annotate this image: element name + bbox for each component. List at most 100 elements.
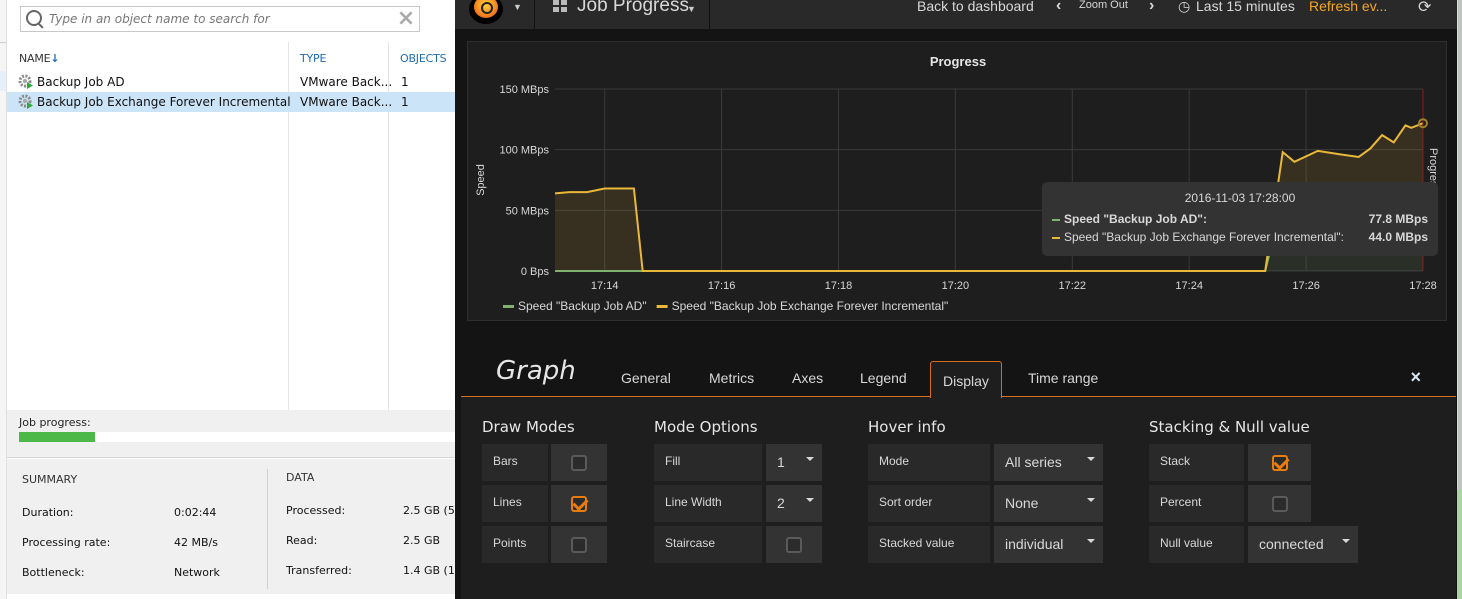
hover-mode-select[interactable]: All series [994, 444, 1103, 481]
hover-info-title: Hover info [868, 418, 946, 436]
points-checkbox[interactable] [571, 536, 587, 553]
y-axis-label: Speed [475, 164, 487, 196]
job-progress-label: Job progress: [19, 416, 91, 429]
line-width-label: Line Width [654, 485, 762, 522]
stacked-value-select[interactable]: individual [994, 526, 1103, 563]
null-value-label: Null value [1149, 526, 1244, 563]
tab-metrics[interactable]: Metrics [709, 370, 754, 386]
close-editor-icon[interactable]: × [1410, 367, 1421, 388]
caret-down-icon [806, 457, 814, 461]
grafana-logo-icon[interactable] [469, 0, 503, 24]
data-label: Processed: [286, 504, 346, 517]
stack-label: Stack [1149, 444, 1244, 481]
line-width-value: 2 [777, 495, 785, 511]
backup-job-icon [18, 94, 33, 109]
y-tick-label: 150 MBps [499, 84, 549, 96]
y-tick-label: 50 MBps [506, 205, 550, 217]
time-back-chevron-icon[interactable]: ‹ [1056, 0, 1061, 15]
caret-down-icon [1087, 539, 1095, 543]
summary-label: Processing rate: [22, 536, 111, 549]
summary-label: Bottleneck: [22, 566, 85, 579]
refresh-interval-picker[interactable]: Refresh ev... [1309, 0, 1387, 14]
y-tick-label: 100 MBps [499, 145, 549, 157]
panel-editor: Graph General Metrics Axes Legend Displa… [461, 345, 1456, 599]
percent-label: Percent [1149, 485, 1244, 522]
staircase-label: Staircase [654, 526, 762, 563]
background-window-edge [1457, 0, 1462, 599]
zoom-out-button[interactable]: Zoom Out [1079, 0, 1128, 11]
line-width-select[interactable]: 2 [766, 485, 822, 522]
caret-down-icon [1087, 498, 1095, 502]
fill-label: Fill [654, 444, 762, 481]
tab-time-range[interactable]: Time range [1028, 370, 1098, 386]
legend-item: Speed "Backup Job AD" [518, 299, 647, 313]
search-icon [21, 7, 49, 31]
job-name: Backup Job AD [37, 75, 125, 89]
column-header-objects[interactable]: OBJECTS [400, 52, 447, 65]
dashboard-title[interactable]: Job Progress [577, 0, 689, 17]
jobs-table: NAME↓ TYPE OBJECTS Backup Job AD VMware … [7, 42, 455, 410]
staircase-checkbox[interactable] [786, 536, 802, 553]
grafana-window: ▼ Job Progress ▼ Back to dashboard ‹ Zoo… [455, 0, 1462, 599]
time-forward-chevron-icon[interactable]: › [1149, 0, 1154, 15]
x-tick-label: 17:22 [1059, 280, 1087, 292]
percent-checkbox-cell[interactable] [1248, 485, 1311, 522]
tab-general[interactable]: General [621, 370, 671, 386]
tab-legend[interactable]: Legend [860, 370, 907, 386]
legend-swatch [503, 305, 514, 308]
search-input[interactable] [49, 8, 393, 30]
lines-label: Lines [482, 485, 548, 522]
tab-axes[interactable]: Axes [792, 370, 823, 386]
stack-checkbox[interactable] [1271, 454, 1288, 471]
lines-checkbox-cell[interactable] [551, 485, 607, 522]
stacked-value-label: Stacked value [868, 526, 990, 563]
y-tick-label: 0 Bps [521, 266, 550, 278]
grafana-navbar: ▼ Job Progress ▼ Back to dashboard ‹ Zoo… [455, 0, 1462, 29]
column-header-name[interactable]: NAME↓ [19, 52, 60, 65]
caret-down-icon[interactable]: ▼ [687, 4, 696, 14]
job-progress-bar [19, 432, 455, 442]
veeam-jobs-pane: × NAME↓ TYPE OBJECTS Backup Job AD VMwar… [0, 0, 465, 599]
caret-down-icon [1342, 539, 1350, 543]
back-to-dashboard-link[interactable]: Back to dashboard [917, 0, 1034, 14]
x-tick-label: 17:24 [1175, 280, 1203, 292]
table-row[interactable]: Backup Job AD VMware Back... 1 [7, 72, 455, 92]
caret-down-icon [1087, 457, 1095, 461]
staircase-checkbox-cell[interactable] [766, 526, 822, 563]
x-tick-label: 17:26 [1292, 280, 1320, 292]
bars-checkbox-cell[interactable] [551, 444, 607, 481]
job-objects: 1 [401, 95, 409, 109]
stack-checkbox-cell[interactable] [1248, 444, 1311, 481]
column-header-name-label: NAME [19, 52, 51, 65]
fill-select[interactable]: 1 [766, 444, 822, 481]
series-color-swatch [1052, 236, 1060, 239]
legend-swatch [656, 305, 668, 308]
search-box[interactable]: × [20, 6, 420, 32]
x-tick-label: 17:20 [942, 280, 970, 292]
tooltip-series-label: Speed "Backup Job AD": [1064, 212, 1207, 226]
job-objects: 1 [401, 75, 409, 89]
lines-checkbox[interactable] [571, 495, 587, 512]
graph-panel: Progress 0 Bps 50 MBps 100 MBps 150 MBps 17:… [467, 41, 1447, 321]
data-title: DATA [286, 471, 315, 484]
refresh-icon[interactable]: ⟳ [1418, 0, 1431, 17]
summary-value: Network [174, 566, 220, 579]
tooltip-row: Speed "Backup Job Exchange Forever Incre… [1052, 230, 1428, 244]
screen: × NAME↓ TYPE OBJECTS Backup Job AD VMwar… [0, 0, 1462, 599]
clear-search-icon[interactable]: × [393, 8, 419, 30]
percent-checkbox[interactable] [1271, 495, 1288, 512]
bars-checkbox[interactable] [571, 454, 587, 471]
backup-job-icon [18, 74, 33, 89]
navigation-strip [0, 0, 7, 599]
null-value-value: connected [1259, 536, 1324, 552]
tab-display[interactable]: Display [930, 361, 1002, 398]
data-value: 2.5 GB [403, 534, 441, 547]
data-label: Transferred: [286, 564, 352, 577]
time-range-picker[interactable]: Last 15 minutes [1196, 0, 1295, 14]
table-row-selected[interactable]: Backup Job Exchange Forever Incremental … [7, 92, 455, 112]
points-checkbox-cell[interactable] [551, 526, 607, 563]
caret-down-icon[interactable]: ▼ [513, 2, 522, 12]
null-value-select[interactable]: connected [1248, 526, 1358, 563]
sort-order-select[interactable]: None [994, 485, 1103, 522]
column-header-type[interactable]: TYPE [300, 52, 326, 65]
